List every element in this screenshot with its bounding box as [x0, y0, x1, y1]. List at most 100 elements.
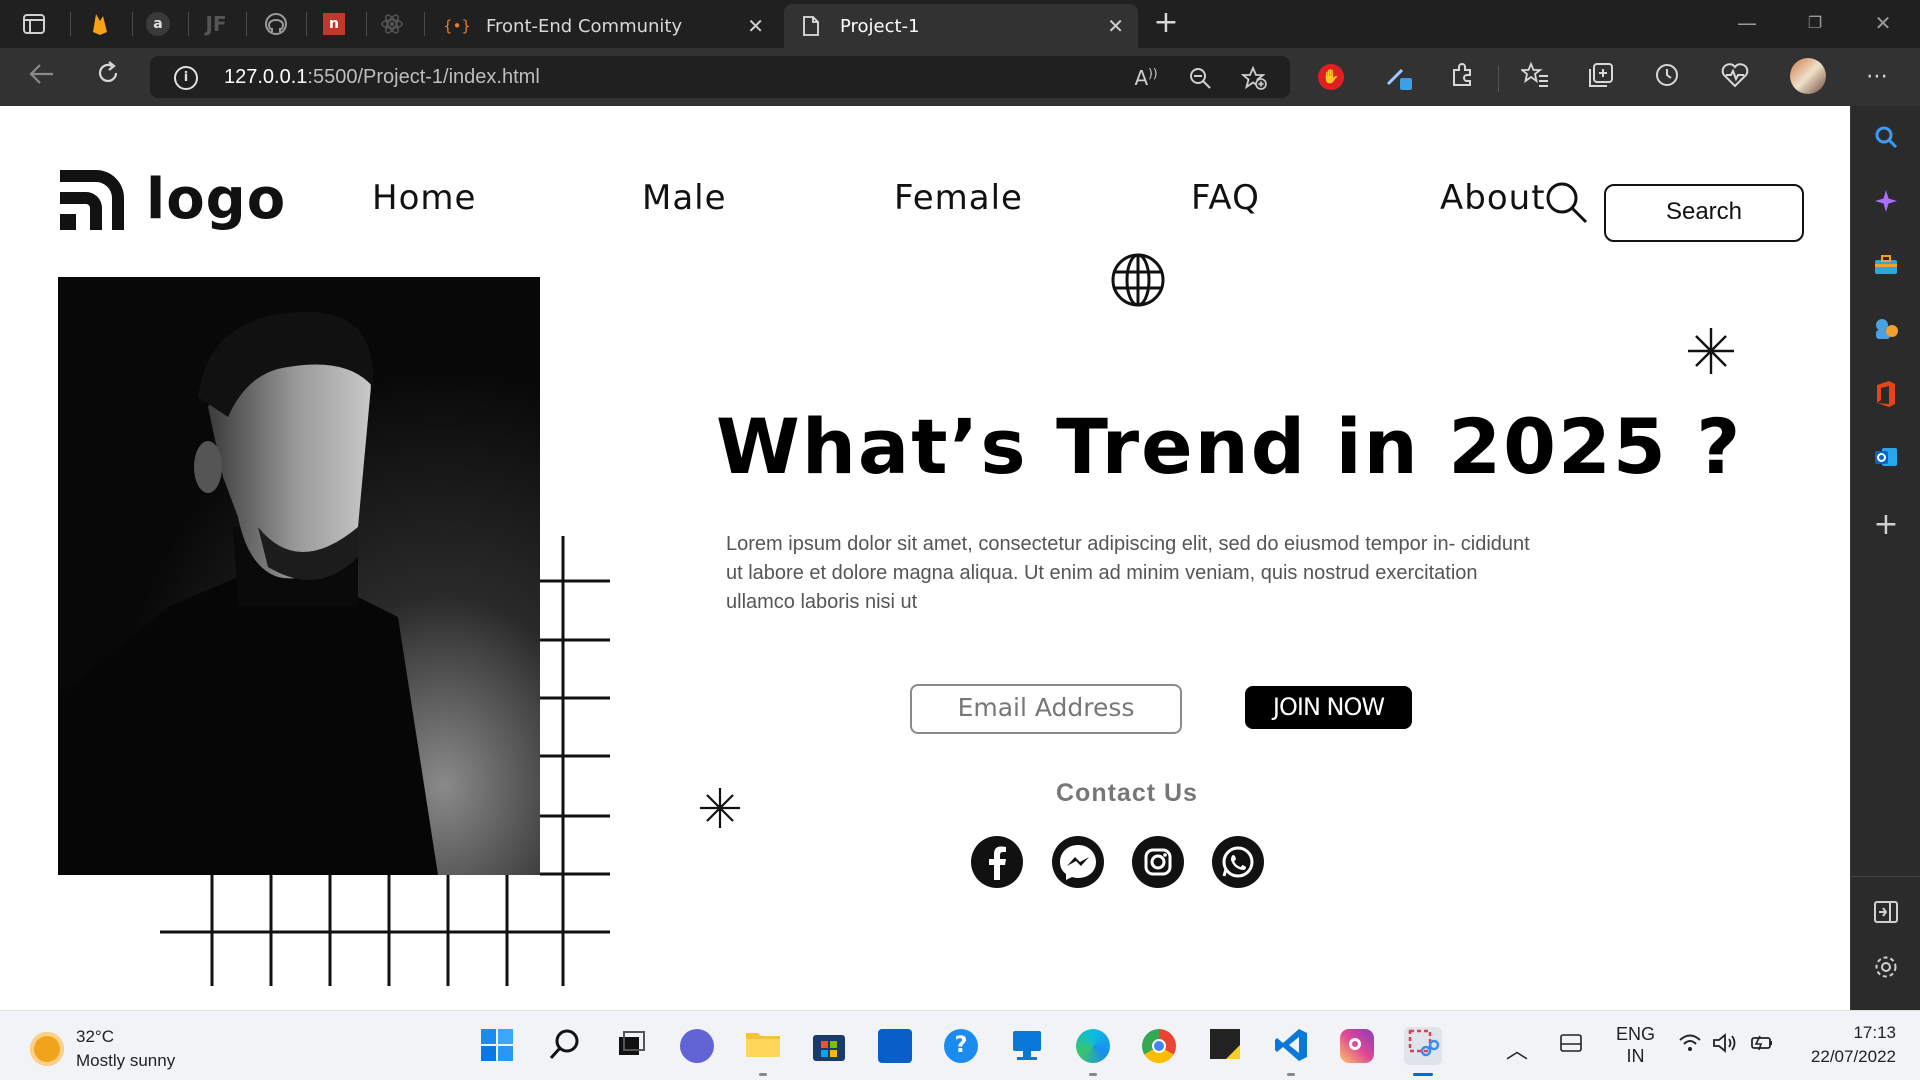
teams-chat-icon[interactable] — [678, 1027, 716, 1065]
close-tab-icon[interactable]: ✕ — [747, 14, 764, 38]
tab-project-1[interactable]: Project-1 ✕ — [784, 4, 1138, 48]
sidebar-separator — [1851, 876, 1920, 877]
favorites-icon[interactable] — [1519, 61, 1550, 92]
collections-icon[interactable] — [1586, 62, 1616, 92]
remote-desktop-icon[interactable] — [1008, 1027, 1046, 1065]
tab-separator — [366, 12, 367, 36]
profile-avatar[interactable] — [1790, 58, 1826, 94]
vscode-icon[interactable] — [1272, 1027, 1310, 1065]
jf-icon[interactable]: JF — [196, 8, 236, 40]
contact-us-heading: Contact Us — [1056, 779, 1198, 807]
note-icon[interactable]: n — [314, 8, 354, 40]
sidebar-settings-icon[interactable] — [1869, 954, 1903, 988]
back-button[interactable] — [24, 60, 60, 96]
github-icon[interactable] — [256, 8, 296, 40]
wifi-icon[interactable] — [1678, 1033, 1702, 1058]
start-icon[interactable] — [478, 1027, 516, 1065]
system-clock[interactable]: 17:13 22/07/2022 — [1796, 1021, 1896, 1069]
adblock-extension-icon[interactable]: ✋ — [1316, 62, 1346, 92]
read-aloud-icon[interactable]: A)) — [1132, 66, 1160, 90]
chrome-icon[interactable] — [1140, 1027, 1178, 1065]
help-icon[interactable]: ? — [942, 1027, 980, 1065]
search-taskbar-icon[interactable] — [546, 1027, 584, 1065]
tab-separator — [70, 12, 71, 36]
close-tab-icon[interactable]: ✕ — [1107, 14, 1124, 38]
join-now-button[interactable]: JOIN NOW — [1245, 686, 1412, 729]
more-menu-icon[interactable]: ⋯ — [1862, 62, 1892, 92]
sidebar-tools-icon[interactable] — [1869, 252, 1903, 286]
sidebar-games-icon[interactable] — [1869, 316, 1903, 350]
address-bar[interactable]: i 127.0.0.1:5500/Project-1/index.html A)… — [150, 56, 1290, 98]
running-indicator — [759, 1073, 767, 1076]
whatsapp-icon[interactable] — [1212, 836, 1264, 888]
page-icon — [800, 15, 822, 37]
nav-faq[interactable]: FAQ — [1191, 178, 1260, 218]
browser-essentials-icon[interactable] — [1720, 62, 1750, 92]
microsoft-store-icon[interactable] — [810, 1027, 848, 1065]
weather-temperature: 32°C — [76, 1027, 114, 1046]
new-tab-button[interactable]: + — [1150, 8, 1182, 40]
globe-icon — [1111, 253, 1165, 307]
hero-headline: What’s Trend in 2025 ? — [716, 402, 1743, 491]
extensions-icon[interactable] — [1448, 62, 1478, 92]
snipping-tool-icon[interactable] — [1404, 1027, 1442, 1065]
active-indicator — [1413, 1073, 1433, 1076]
file-explorer-icon[interactable] — [744, 1027, 782, 1065]
web-page: logo Home Male Female FAQ About Search W… — [0, 106, 1850, 1010]
browser-toolbar: i 127.0.0.1:5500/Project-1/index.html A)… — [0, 48, 1920, 106]
facebook-icon[interactable] — [971, 836, 1023, 888]
task-view-icon[interactable] — [612, 1027, 650, 1065]
search-button[interactable]: Search — [1604, 184, 1804, 242]
show-hidden-icons[interactable]: ︿ — [1506, 1033, 1528, 1065]
sidebar-search-icon[interactable] — [1869, 124, 1903, 158]
weather-condition: Mostly sunny — [76, 1051, 176, 1070]
nav-female[interactable]: Female — [894, 178, 1023, 218]
language-indicator[interactable]: ENG IN — [1616, 1023, 1655, 1067]
site-logo[interactable]: logo — [56, 164, 286, 234]
volume-icon[interactable] — [1712, 1033, 1738, 1058]
pen-extension-icon[interactable] — [1384, 62, 1414, 92]
sidebar-add-icon[interactable]: + — [1869, 508, 1903, 542]
touch-keyboard-icon[interactable] — [1560, 1033, 1582, 1058]
nav-male[interactable]: Male — [642, 178, 727, 218]
tab-separator — [246, 12, 247, 36]
instagram-icon[interactable] — [1132, 836, 1184, 888]
edge-icon[interactable] — [1074, 1027, 1112, 1065]
sourcetree-icon[interactable] — [876, 1027, 914, 1065]
add-favorite-icon[interactable] — [1240, 65, 1268, 90]
refresh-button[interactable] — [90, 60, 126, 96]
tab-front-end-community[interactable]: {•} Front-End Community ✕ — [430, 4, 778, 48]
firebase-icon[interactable] — [80, 8, 120, 40]
battery-icon[interactable] — [1748, 1033, 1774, 1058]
sidebar-office-icon[interactable] — [1869, 380, 1903, 414]
react-icon[interactable] — [372, 8, 412, 40]
nav-home[interactable]: Home — [372, 178, 476, 218]
messenger-icon[interactable] — [1052, 836, 1104, 888]
sidebar-discover-icon[interactable] — [1869, 188, 1903, 222]
sparkle-icon — [1688, 328, 1734, 374]
site-info-icon[interactable]: i — [174, 66, 198, 90]
running-indicator — [1089, 1073, 1097, 1076]
amazon-icon[interactable]: a — [138, 8, 178, 40]
nav-about[interactable]: About — [1440, 178, 1546, 218]
sticky-notes-icon[interactable] — [1206, 1027, 1244, 1065]
history-icon[interactable] — [1652, 62, 1682, 92]
search-icon[interactable] — [1544, 180, 1588, 224]
email-input[interactable]: Email Address — [910, 684, 1182, 734]
tab-title: Front-End Community — [486, 15, 683, 37]
windows-taskbar: 32°C Mostly sunny ? ︿ ENG IN 17:13 22/07… — [0, 1010, 1920, 1080]
tab-separator — [132, 12, 133, 36]
url-text[interactable]: 127.0.0.1:5500/Project-1/index.html — [224, 66, 540, 89]
zoom-out-icon[interactable] — [1186, 66, 1214, 90]
toolbar-separator — [1498, 66, 1499, 92]
sidebar-hide-icon[interactable] — [1869, 898, 1903, 932]
weather-widget[interactable]: 32°C Mostly sunny — [30, 1025, 175, 1073]
edge-sidebar: + — [1850, 106, 1920, 1010]
clock-date: 22/07/2022 — [1810, 1047, 1896, 1066]
instagram-app-icon[interactable] — [1338, 1027, 1376, 1065]
close-window-button[interactable]: ✕ — [1860, 8, 1906, 38]
tab-actions-icon[interactable] — [14, 8, 54, 40]
restore-button[interactable]: ❐ — [1792, 8, 1838, 38]
minimize-button[interactable]: — — [1724, 8, 1770, 38]
sidebar-outlook-icon[interactable] — [1869, 444, 1903, 478]
